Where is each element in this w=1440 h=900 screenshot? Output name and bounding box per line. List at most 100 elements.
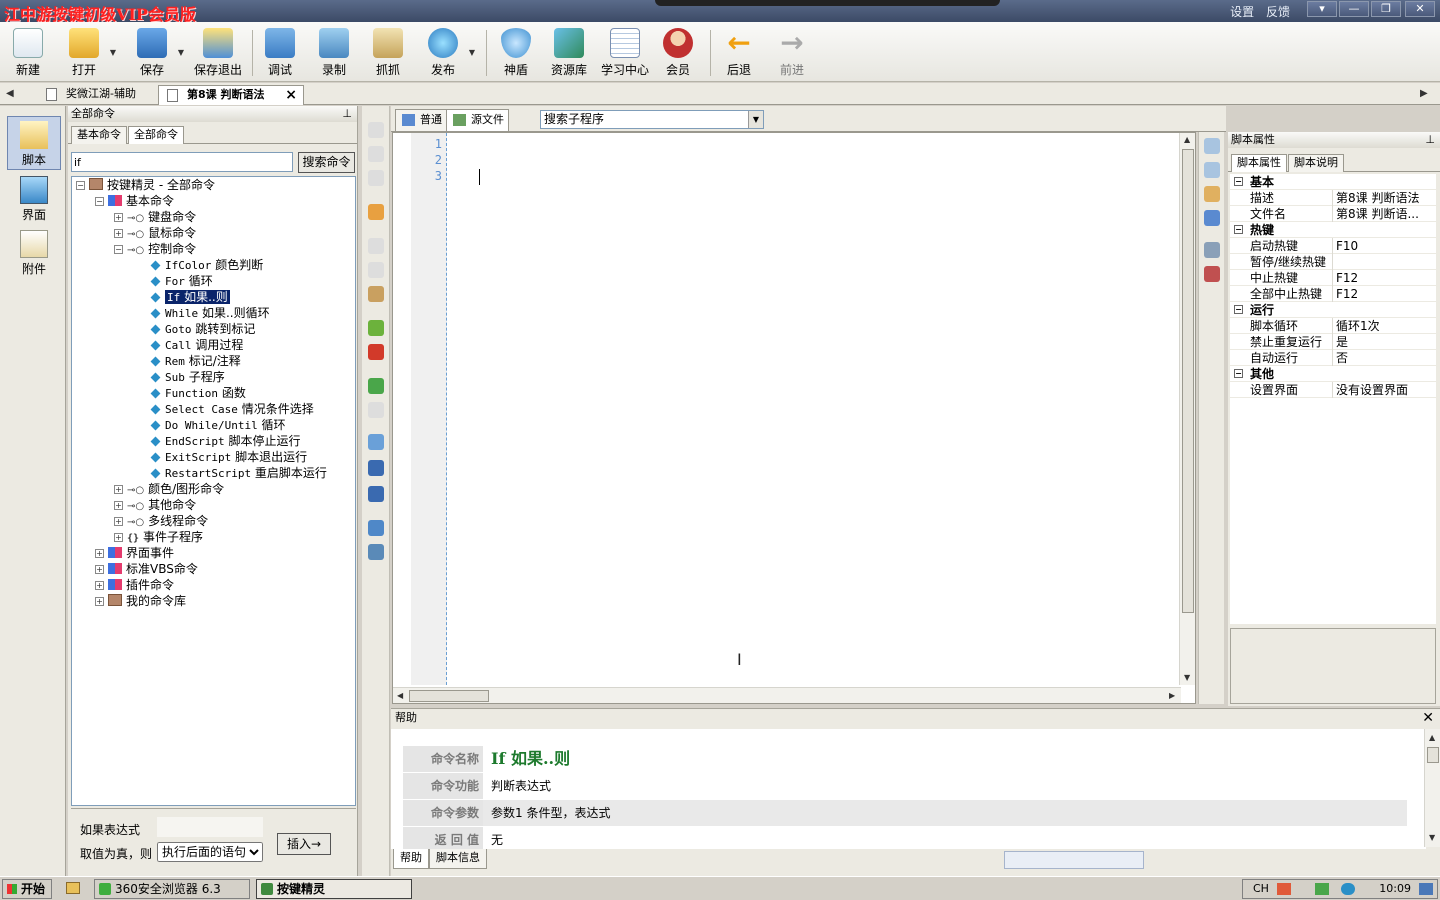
- paste-icon[interactable]: [368, 286, 384, 302]
- taskbar-anjian[interactable]: 按键精灵: [256, 879, 412, 899]
- ime-language-bar[interactable]: [1004, 851, 1144, 869]
- control-command-item[interactable]: RestartScript 重启脚本运行: [150, 465, 327, 481]
- collapse-icon[interactable]: −: [1234, 177, 1243, 186]
- close-window-button[interactable]: ✕: [1405, 1, 1435, 17]
- property-category[interactable]: − 其他: [1230, 366, 1436, 382]
- script-mode-button[interactable]: 脚本: [7, 116, 61, 170]
- insert-button[interactable]: 插入→: [277, 833, 331, 855]
- plugin-icon[interactable]: [1204, 210, 1220, 226]
- redo-icon[interactable]: [368, 402, 384, 418]
- property-row[interactable]: 描述 第8课 判断语法: [1230, 190, 1436, 206]
- tree-ui-events[interactable]: + 界面事件: [95, 545, 174, 561]
- menu-dropdown-button[interactable]: ▾: [1307, 1, 1337, 17]
- save-exit-button[interactable]: 保存退出: [190, 26, 246, 80]
- replace-icon[interactable]: [368, 486, 384, 502]
- property-row[interactable]: 文件名 第8课 判断语...: [1230, 206, 1436, 222]
- command-search-input[interactable]: [71, 152, 293, 172]
- copy-icon[interactable]: [368, 262, 384, 278]
- collapse-icon[interactable]: −: [1234, 369, 1243, 378]
- expand-icon[interactable]: +: [114, 533, 123, 542]
- expand-icon[interactable]: +: [114, 517, 123, 526]
- tree-thread-commands[interactable]: + ⊸○ 多线程命令: [114, 513, 208, 529]
- grab-button[interactable]: 抓抓: [362, 26, 414, 80]
- back-button[interactable]: ← 后退: [713, 26, 765, 80]
- collapse-icon[interactable]: −: [114, 245, 123, 254]
- feedback-link[interactable]: 反馈: [1266, 5, 1290, 19]
- tool-icon[interactable]: [1204, 242, 1220, 258]
- expand-icon[interactable]: +: [114, 213, 123, 222]
- collapse-icon[interactable]: −: [1234, 305, 1243, 314]
- property-category[interactable]: − 热键: [1230, 222, 1436, 238]
- taskbar-browser[interactable]: 360安全浏览器 6.3: [94, 879, 250, 899]
- tree-vbs-commands[interactable]: + 标准VBS命令: [95, 561, 198, 577]
- delete-icon[interactable]: [368, 170, 384, 186]
- control-command-item[interactable]: Do While/Until 循环: [150, 417, 286, 433]
- scroll-up-icon[interactable]: ▲: [1429, 733, 1435, 742]
- attachment-mode-button[interactable]: 附件: [7, 226, 61, 280]
- tabs-scroll-right-icon[interactable]: ▶: [1420, 88, 1428, 99]
- scroll-down-icon[interactable]: ▼: [1429, 833, 1435, 842]
- input-language[interactable]: CH: [1253, 880, 1269, 898]
- scroll-left-icon[interactable]: ◀: [397, 691, 403, 700]
- chevron-down-icon[interactable]: ▼: [748, 111, 763, 128]
- scroll-thumb[interactable]: [1427, 747, 1439, 763]
- control-command-item[interactable]: IfColor 颜色判断: [150, 257, 263, 273]
- tool-remove-icon[interactable]: [1204, 266, 1220, 282]
- tree-root[interactable]: − 按键精灵 - 全部命令: [76, 177, 215, 193]
- open-dropdown-arrow-icon[interactable]: ▼: [110, 48, 116, 57]
- goto-icon[interactable]: [368, 434, 384, 450]
- property-row[interactable]: 全部中止热键 F12: [1230, 286, 1436, 302]
- property-row[interactable]: 暂停/继续热键: [1230, 254, 1436, 270]
- quick-launch-folder-icon[interactable]: [66, 882, 80, 894]
- collapse-icon[interactable]: −: [1234, 225, 1243, 234]
- expand-icon[interactable]: +: [114, 485, 123, 494]
- cut-icon[interactable]: [368, 238, 384, 254]
- member-button[interactable]: 会员: [652, 26, 704, 80]
- debug-button[interactable]: 调试: [254, 26, 306, 80]
- hand-icon[interactable]: [368, 204, 384, 220]
- control-command-item[interactable]: Function 函数: [150, 385, 246, 401]
- tree-color-commands[interactable]: + ⊸○ 颜色/图形命令: [114, 481, 224, 497]
- property-category[interactable]: − 基本: [1230, 174, 1436, 190]
- tab-normal-view[interactable]: 普通: [395, 109, 447, 131]
- shield-button[interactable]: 神盾: [490, 26, 542, 80]
- collapse-icon[interactable]: −: [76, 181, 85, 190]
- property-row[interactable]: 中止热键 F12: [1230, 270, 1436, 286]
- pin-icon[interactable]: ⊥: [342, 106, 352, 122]
- control-command-item[interactable]: Goto 跳转到标记: [150, 321, 255, 337]
- property-row[interactable]: 启动热键 F10: [1230, 238, 1436, 254]
- control-command-item[interactable]: Select Case 情况条件选择: [150, 401, 314, 417]
- resource-library-button[interactable]: 资源库: [543, 26, 595, 80]
- control-command-item[interactable]: Rem 标记/注释: [150, 353, 241, 369]
- uncomment-icon[interactable]: [368, 344, 384, 360]
- pin-icon[interactable]: ⊥: [1425, 132, 1435, 148]
- expand-icon[interactable]: +: [95, 565, 104, 574]
- expand-icon[interactable]: +: [95, 597, 104, 606]
- close-icon[interactable]: ✕: [1422, 709, 1434, 727]
- expand-icon[interactable]: +: [95, 581, 104, 590]
- property-row[interactable]: 脚本循环 循环1次: [1230, 318, 1436, 334]
- learning-center-button[interactable]: 学习中心: [597, 26, 653, 80]
- property-row[interactable]: 禁止重复运行是: [1230, 334, 1436, 350]
- subroutine-select[interactable]: 搜索子程序 ▼: [540, 110, 764, 129]
- tab-script-properties[interactable]: 脚本属性: [1231, 154, 1287, 172]
- scroll-thumb[interactable]: [1182, 149, 1194, 613]
- property-category[interactable]: − 运行: [1230, 302, 1436, 318]
- show-desktop-icon[interactable]: [1419, 883, 1433, 895]
- network-icon[interactable]: [1315, 883, 1329, 895]
- start-button[interactable]: 开始: [2, 879, 52, 899]
- open-button[interactable]: 打开 ▼: [58, 26, 116, 80]
- control-command-item[interactable]: Call 调用过程: [150, 337, 243, 353]
- page-icon[interactable]: [1204, 162, 1220, 178]
- ui-mode-button[interactable]: 界面: [7, 172, 61, 226]
- control-command-item[interactable]: For 循环: [150, 273, 213, 289]
- doc-icon[interactable]: [1204, 138, 1220, 154]
- preview-eye-icon[interactable]: [368, 544, 384, 560]
- property-row[interactable]: 设置界面 没有设置界面: [1230, 382, 1436, 398]
- minimize-button[interactable]: —: [1339, 1, 1369, 17]
- list-icon[interactable]: [368, 520, 384, 536]
- search-command-button[interactable]: 搜索命令: [298, 152, 355, 173]
- tab-basic-commands[interactable]: 基本命令: [71, 126, 127, 144]
- tab-script-info[interactable]: 脚本信息: [429, 849, 487, 869]
- tree-mouse-commands[interactable]: + ⊸○ 鼠标命令: [114, 225, 196, 241]
